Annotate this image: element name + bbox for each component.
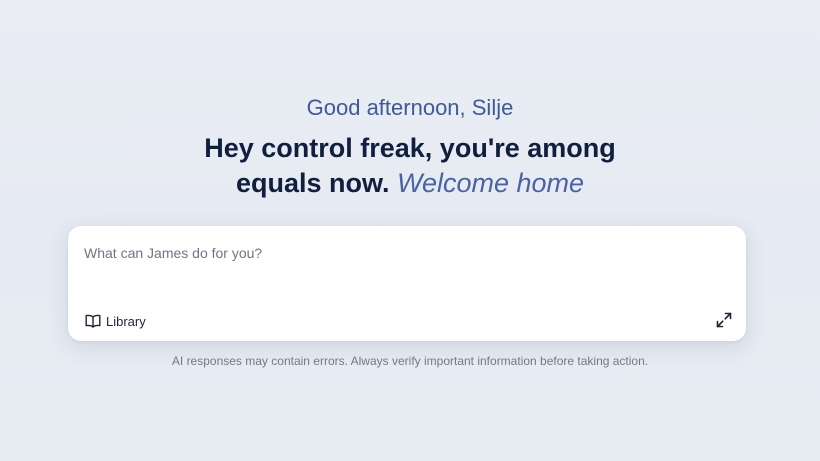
headline-accent-text: Welcome home (396, 168, 585, 198)
library-label: Library (106, 313, 146, 329)
headline-bold-text: equals now. (235, 168, 390, 198)
library-button[interactable]: Library (85, 312, 146, 330)
open-book-icon (85, 314, 101, 328)
headline-line-1: Hey control freak, you're among (204, 133, 616, 163)
prompt-card: Library (68, 226, 746, 341)
expand-arrows-icon (716, 312, 732, 328)
expand-button[interactable] (716, 312, 732, 328)
prompt-input[interactable] (84, 242, 724, 264)
headline: Hey control freak, you're among equals n… (0, 131, 820, 201)
disclaimer-text: AI responses may contain errors. Always … (171, 354, 649, 368)
headline-line-2: equals now. Welcome home (0, 166, 820, 201)
greeting-text: Good afternoon, Silje (306, 95, 514, 120)
